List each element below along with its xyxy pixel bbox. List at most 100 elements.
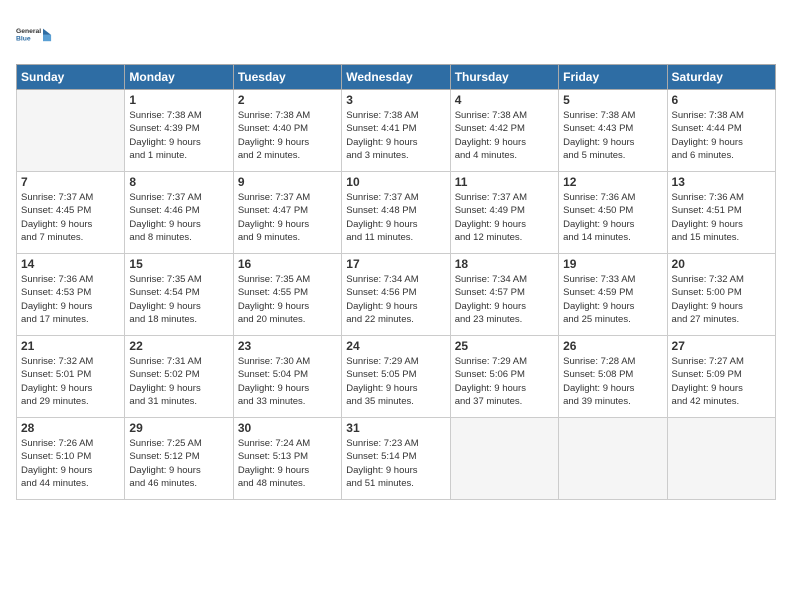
day-info: Sunrise: 7:34 AM Sunset: 4:57 PM Dayligh… <box>455 273 554 326</box>
day-cell <box>667 418 775 500</box>
day-info: Sunrise: 7:37 AM Sunset: 4:46 PM Dayligh… <box>129 191 228 244</box>
day-info: Sunrise: 7:35 AM Sunset: 4:55 PM Dayligh… <box>238 273 337 326</box>
header-cell-monday: Monday <box>125 65 233 90</box>
week-row-3: 14 Sunrise: 7:36 AM Sunset: 4:53 PM Dayli… <box>17 254 776 336</box>
day-number: 11 <box>455 175 554 189</box>
day-info: Sunrise: 7:26 AM Sunset: 5:10 PM Dayligh… <box>21 437 120 490</box>
day-cell: 20 Sunrise: 7:32 AM Sunset: 5:00 PM Dayli… <box>667 254 775 336</box>
day-cell: 13 Sunrise: 7:36 AM Sunset: 4:51 PM Dayli… <box>667 172 775 254</box>
day-info: Sunrise: 7:34 AM Sunset: 4:56 PM Dayligh… <box>346 273 445 326</box>
day-info: Sunrise: 7:38 AM Sunset: 4:41 PM Dayligh… <box>346 109 445 162</box>
day-info: Sunrise: 7:36 AM Sunset: 4:53 PM Dayligh… <box>21 273 120 326</box>
day-cell: 12 Sunrise: 7:36 AM Sunset: 4:50 PM Dayli… <box>559 172 667 254</box>
day-number: 14 <box>21 257 120 271</box>
day-cell: 8 Sunrise: 7:37 AM Sunset: 4:46 PM Daylig… <box>125 172 233 254</box>
day-cell: 31 Sunrise: 7:23 AM Sunset: 5:14 PM Dayli… <box>342 418 450 500</box>
day-info: Sunrise: 7:38 AM Sunset: 4:39 PM Dayligh… <box>129 109 228 162</box>
day-cell: 1 Sunrise: 7:38 AM Sunset: 4:39 PM Daylig… <box>125 90 233 172</box>
day-number: 31 <box>346 421 445 435</box>
day-cell: 28 Sunrise: 7:26 AM Sunset: 5:10 PM Dayli… <box>17 418 125 500</box>
day-number: 7 <box>21 175 120 189</box>
page-container: GeneralBlue SundayMondayTuesdayWednesday… <box>0 0 792 508</box>
day-cell: 15Sunrise: 7:35 AM Sunset: 4:54 PM Dayli… <box>125 254 233 336</box>
day-number: 26 <box>563 339 662 353</box>
day-cell: 18 Sunrise: 7:34 AM Sunset: 4:57 PM Dayli… <box>450 254 558 336</box>
day-info: Sunrise: 7:38 AM Sunset: 4:44 PM Dayligh… <box>672 109 771 162</box>
day-info: Sunrise: 7:29 AM Sunset: 5:05 PM Dayligh… <box>346 355 445 408</box>
day-number: 25 <box>455 339 554 353</box>
day-number: 20 <box>672 257 771 271</box>
day-cell: 29Sunrise: 7:25 AM Sunset: 5:12 PM Dayli… <box>125 418 233 500</box>
day-info: Sunrise: 7:36 AM Sunset: 4:50 PM Dayligh… <box>563 191 662 244</box>
day-number: 8 <box>129 175 228 189</box>
day-info: Sunrise: 7:38 AM Sunset: 4:40 PM Dayligh… <box>238 109 337 162</box>
day-number: 13 <box>672 175 771 189</box>
header-cell-friday: Friday <box>559 65 667 90</box>
day-number: 17 <box>346 257 445 271</box>
week-row-2: 7 Sunrise: 7:37 AM Sunset: 4:45 PM Daylig… <box>17 172 776 254</box>
header-cell-wednesday: Wednesday <box>342 65 450 90</box>
week-row-5: 28 Sunrise: 7:26 AM Sunset: 5:10 PM Dayli… <box>17 418 776 500</box>
day-info: Sunrise: 7:38 AM Sunset: 4:42 PM Dayligh… <box>455 109 554 162</box>
header-cell-sunday: Sunday <box>17 65 125 90</box>
day-info: Sunrise: 7:28 AM Sunset: 5:08 PM Dayligh… <box>563 355 662 408</box>
day-number: 12 <box>563 175 662 189</box>
header-cell-saturday: Saturday <box>667 65 775 90</box>
day-info: Sunrise: 7:32 AM Sunset: 5:01 PM Dayligh… <box>21 355 120 408</box>
week-row-1: 1 Sunrise: 7:38 AM Sunset: 4:39 PM Daylig… <box>17 90 776 172</box>
day-cell: 27Sunrise: 7:27 AM Sunset: 5:09 PM Dayli… <box>667 336 775 418</box>
day-info: Sunrise: 7:37 AM Sunset: 4:49 PM Dayligh… <box>455 191 554 244</box>
day-cell: 26 Sunrise: 7:28 AM Sunset: 5:08 PM Dayli… <box>559 336 667 418</box>
day-info: Sunrise: 7:37 AM Sunset: 4:47 PM Dayligh… <box>238 191 337 244</box>
day-number: 18 <box>455 257 554 271</box>
day-number: 22 <box>129 339 228 353</box>
day-cell: 6 Sunrise: 7:38 AM Sunset: 4:44 PM Daylig… <box>667 90 775 172</box>
day-cell: 24 Sunrise: 7:29 AM Sunset: 5:05 PM Dayli… <box>342 336 450 418</box>
svg-text:Blue: Blue <box>16 35 31 42</box>
day-number: 5 <box>563 93 662 107</box>
day-number: 16 <box>238 257 337 271</box>
day-info: Sunrise: 7:29 AM Sunset: 5:06 PM Dayligh… <box>455 355 554 408</box>
day-cell: 11 Sunrise: 7:37 AM Sunset: 4:49 PM Dayli… <box>450 172 558 254</box>
day-number: 24 <box>346 339 445 353</box>
day-number: 19 <box>563 257 662 271</box>
day-cell: 21 Sunrise: 7:32 AM Sunset: 5:01 PM Dayli… <box>17 336 125 418</box>
header-row: SundayMondayTuesdayWednesdayThursdayFrid… <box>17 65 776 90</box>
day-info: Sunrise: 7:37 AM Sunset: 4:45 PM Dayligh… <box>21 191 120 244</box>
day-info: Sunrise: 7:32 AM Sunset: 5:00 PM Dayligh… <box>672 273 771 326</box>
day-info: Sunrise: 7:37 AM Sunset: 4:48 PM Dayligh… <box>346 191 445 244</box>
day-cell: 9 Sunrise: 7:37 AM Sunset: 4:47 PM Daylig… <box>233 172 341 254</box>
day-cell <box>450 418 558 500</box>
day-cell <box>559 418 667 500</box>
day-number: 1 <box>129 93 228 107</box>
day-cell: 2Sunrise: 7:38 AM Sunset: 4:40 PM Daylig… <box>233 90 341 172</box>
svg-text:General: General <box>16 28 41 35</box>
day-cell: 23Sunrise: 7:30 AM Sunset: 5:04 PM Dayli… <box>233 336 341 418</box>
day-number: 15 <box>129 257 228 271</box>
calendar-table: SundayMondayTuesdayWednesdayThursdayFrid… <box>16 64 776 500</box>
day-number: 3 <box>346 93 445 107</box>
day-number: 28 <box>21 421 120 435</box>
day-number: 21 <box>21 339 120 353</box>
day-cell: 7 Sunrise: 7:37 AM Sunset: 4:45 PM Daylig… <box>17 172 125 254</box>
day-number: 6 <box>672 93 771 107</box>
day-info: Sunrise: 7:33 AM Sunset: 4:59 PM Dayligh… <box>563 273 662 326</box>
day-cell: 17 Sunrise: 7:34 AM Sunset: 4:56 PM Dayli… <box>342 254 450 336</box>
day-cell: 25 Sunrise: 7:29 AM Sunset: 5:06 PM Dayli… <box>450 336 558 418</box>
day-number: 30 <box>238 421 337 435</box>
header: GeneralBlue <box>16 16 776 52</box>
day-info: Sunrise: 7:36 AM Sunset: 4:51 PM Dayligh… <box>672 191 771 244</box>
day-cell: 19 Sunrise: 7:33 AM Sunset: 4:59 PM Dayli… <box>559 254 667 336</box>
day-number: 9 <box>238 175 337 189</box>
day-number: 27 <box>672 339 771 353</box>
day-cell: 16 Sunrise: 7:35 AM Sunset: 4:55 PM Dayli… <box>233 254 341 336</box>
day-info: Sunrise: 7:31 AM Sunset: 5:02 PM Dayligh… <box>129 355 228 408</box>
day-info: Sunrise: 7:23 AM Sunset: 5:14 PM Dayligh… <box>346 437 445 490</box>
day-info: Sunrise: 7:25 AM Sunset: 5:12 PM Dayligh… <box>129 437 228 490</box>
logo-icon: GeneralBlue <box>16 16 52 52</box>
day-cell: 14 Sunrise: 7:36 AM Sunset: 4:53 PM Dayli… <box>17 254 125 336</box>
day-number: 23 <box>238 339 337 353</box>
day-cell: 10Sunrise: 7:37 AM Sunset: 4:48 PM Dayli… <box>342 172 450 254</box>
day-cell: 22 Sunrise: 7:31 AM Sunset: 5:02 PM Dayli… <box>125 336 233 418</box>
day-cell: 5Sunrise: 7:38 AM Sunset: 4:43 PM Daylig… <box>559 90 667 172</box>
